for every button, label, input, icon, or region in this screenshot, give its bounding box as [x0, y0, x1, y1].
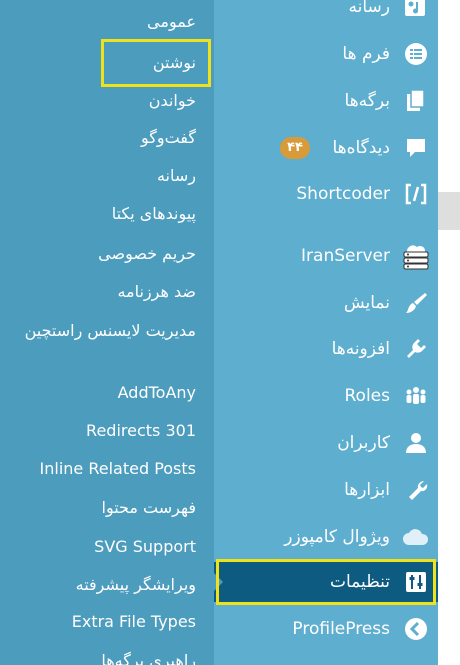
appearance-brush-icon	[404, 291, 428, 315]
submenu-item-advanced-editor[interactable]: ویرایشگر پیشرفته	[76, 574, 196, 596]
menu-item-roles[interactable]: Roles	[214, 376, 438, 416]
menu-item-forms[interactable]: فرم ها	[214, 34, 438, 74]
menu-label: Shortcoder	[296, 184, 390, 204]
submenu-highlight-frame	[101, 39, 211, 87]
menu-label: برگه‌ها	[344, 91, 390, 111]
plugin-icon	[404, 337, 428, 361]
menu-item-appearance[interactable]: نمایش	[214, 283, 438, 323]
menu-label: ProfilePress	[292, 619, 390, 639]
user-icon	[404, 431, 428, 455]
cloud-icon	[402, 525, 430, 549]
settings-submenu: عمومی نوشتن خواندن گفت‌وگو رسانه پیوندها…	[0, 0, 214, 665]
menu-label: Roles	[344, 386, 391, 406]
submenu-item-redirects[interactable]: Redirects 301	[86, 420, 196, 442]
menu-item-users[interactable]: کاربران	[214, 423, 438, 463]
profilepress-icon	[404, 617, 428, 641]
submenu-item-antispam[interactable]: ضد هرزنامه	[117, 281, 196, 303]
menu-label: دیدگاه‌ها	[332, 138, 390, 158]
comments-count-badge: ۴۴	[280, 137, 310, 159]
menu-label: فرم ها	[342, 44, 390, 64]
submenu-item-discussion[interactable]: گفت‌وگو	[141, 127, 196, 149]
submenu-item-svg-support[interactable]: SVG Support	[94, 536, 196, 558]
submenu-item-rtl-license[interactable]: مدیریت لایسنس راستچین	[16, 318, 196, 343]
roles-group-icon	[404, 384, 428, 408]
menu-label: رسانه	[348, 0, 390, 17]
menu-item-visual-composer[interactable]: ویژوال کامپوزر	[214, 517, 438, 557]
menu-item-shortcoder[interactable]: Shortcoder	[214, 174, 438, 214]
submenu-item-permalinks[interactable]: پیوندهای یکتا	[112, 203, 196, 225]
submenu-item-reading[interactable]: خواندن	[149, 90, 196, 112]
forms-icon	[404, 42, 428, 66]
menu-item-plugins[interactable]: افزونه‌ها	[214, 329, 438, 369]
admin-sidebar-menu: رسانه فرم ها برگه‌ها دیدگاه‌ها ۴۴ Shortc…	[214, 0, 438, 665]
menu-item-comments[interactable]: دیدگاه‌ها ۴۴	[214, 128, 438, 168]
submenu-item-page-navigation[interactable]: راهبری برگه‌ها	[101, 650, 196, 665]
menu-item-tools[interactable]: ابزارها	[214, 470, 438, 510]
scrollbar-thumb[interactable]	[438, 192, 460, 230]
menu-label: نمایش	[343, 293, 390, 313]
server-icon	[402, 242, 430, 270]
menu-item-settings[interactable]: تنظیمات	[214, 559, 438, 605]
menu-item-pages[interactable]: برگه‌ها	[214, 81, 438, 121]
active-highlight-frame	[216, 559, 436, 605]
submenu-item-addtoany[interactable]: AddToAny	[118, 382, 196, 404]
submenu-item-toc[interactable]: فهرست محتوا	[102, 497, 197, 519]
comments-icon	[404, 136, 428, 160]
shortcode-icon	[404, 182, 428, 206]
scrollbar-track[interactable]	[438, 0, 460, 665]
menu-label: کاربران	[337, 433, 390, 453]
menu-label: ابزارها	[344, 480, 390, 500]
menu-item-media[interactable]: رسانه	[214, 0, 438, 27]
submenu-item-media[interactable]: رسانه	[157, 165, 196, 187]
pages-icon	[404, 89, 428, 113]
media-icon	[404, 0, 428, 19]
menu-item-profilepress[interactable]: ProfilePress	[214, 609, 438, 649]
menu-label: ویژوال کامپوزر	[284, 527, 390, 547]
submenu-item-privacy[interactable]: حریم خصوصی	[98, 243, 196, 265]
submenu-item-related-posts[interactable]: Inline Related Posts	[40, 458, 196, 480]
menu-label: IranServer	[301, 246, 390, 266]
wrench-icon	[404, 478, 428, 502]
submenu-item-extra-file-types[interactable]: Extra File Types	[72, 611, 196, 633]
submenu-item-general[interactable]: عمومی	[147, 11, 196, 33]
menu-item-iranserver[interactable]: IranServer	[214, 236, 438, 276]
menu-label: افزونه‌ها	[331, 339, 390, 359]
